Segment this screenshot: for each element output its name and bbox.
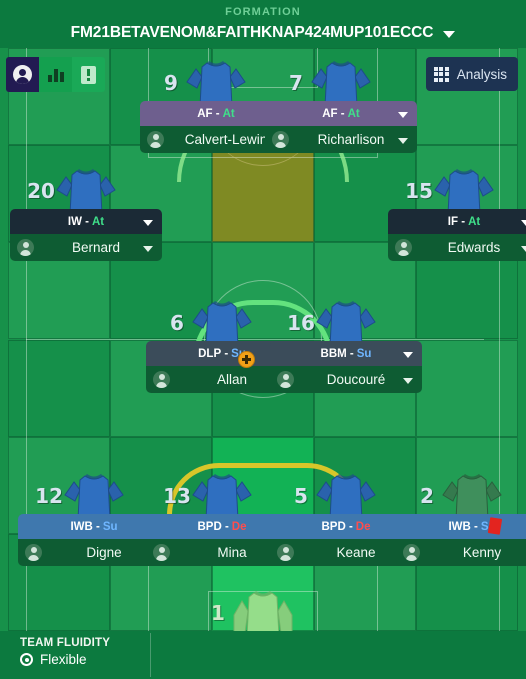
player-role-dash: -	[470, 520, 478, 533]
avatar	[153, 544, 170, 561]
player-name-selector[interactable]: Doucouré	[270, 366, 422, 393]
formation-selector[interactable]: FM21BETAVENOM&FAITHKNAP424MUP101ECCC	[0, 24, 526, 42]
kit-toggle[interactable]	[72, 57, 105, 92]
player-duty-label: Su	[102, 520, 118, 533]
team-fluidity-value: Flexible	[40, 652, 87, 667]
player-card-bernard[interactable]: 20 IW - At Bernard	[10, 163, 162, 261]
avatar	[25, 544, 42, 561]
chevron-down-icon[interactable]	[143, 245, 153, 252]
avatar	[17, 239, 34, 256]
chevron-down-icon[interactable]	[398, 137, 408, 144]
player-shirt-icon	[232, 585, 294, 631]
avatar	[272, 131, 289, 148]
player-duty-label: Su	[356, 347, 372, 360]
player-role-label: IF	[447, 215, 459, 228]
avatar	[153, 371, 170, 388]
player-name-selector[interactable]: Edwards	[388, 234, 526, 261]
player-role-label: DLP	[198, 347, 222, 360]
formation-section-label: FORMATION	[225, 6, 301, 18]
player-card-edwards[interactable]: 15 IF - At Edwards	[388, 163, 526, 261]
player-card-kenny[interactable]: 2IWB -SuKenny	[396, 468, 526, 566]
player-role-label: IWB	[70, 520, 93, 533]
player-role-dash: -	[81, 215, 89, 228]
avatar	[147, 131, 164, 148]
player-role-label: BPD	[321, 520, 346, 533]
chevron-down-icon[interactable]	[521, 219, 526, 226]
player-duty-label: De	[355, 520, 371, 533]
player-role-label: BPD	[197, 520, 222, 533]
player-name-selector[interactable]: Kenny	[396, 539, 526, 566]
chevron-down-icon[interactable]	[403, 351, 413, 358]
kit-icon	[81, 65, 96, 84]
player-card-pickford[interactable]: 1SK -DePickford	[187, 585, 339, 631]
red-card-indicator	[487, 517, 503, 535]
player-duty-label: At	[91, 215, 105, 228]
player-selectors: IWB -Su Kenny	[396, 514, 526, 566]
team-fluidity[interactable]: TEAM FLUIDITY Flexible	[20, 637, 110, 667]
player-name-selector[interactable]: Bernard	[10, 234, 162, 261]
chevron-down-icon[interactable]	[443, 31, 456, 38]
player-role-selector[interactable]: AF - At	[265, 101, 417, 126]
player-role-label: IW	[67, 215, 82, 228]
chevron-down-icon[interactable]	[143, 219, 153, 226]
player-name-label: Edwards	[447, 240, 501, 255]
avatar	[277, 371, 294, 388]
team-fluidity-value-row[interactable]: Flexible	[20, 652, 110, 667]
person-icon	[13, 65, 32, 84]
player-role-dash: -	[92, 520, 100, 533]
player-role-label: BBM	[320, 347, 347, 360]
bar-chart-icon	[47, 67, 64, 82]
player-duty-label: De	[231, 520, 247, 533]
radio-selected-icon	[20, 653, 33, 666]
player-role-dash: -	[345, 520, 353, 533]
player-duty-label: At	[347, 107, 360, 120]
player-role-selector[interactable]: IWB -Su	[396, 514, 526, 539]
player-card-doucour-[interactable]: 16 BBM - Su Doucouré	[270, 295, 422, 393]
player-role-dash: -	[221, 520, 229, 533]
player-role-label: AF	[322, 107, 338, 120]
chevron-down-icon[interactable]	[403, 377, 413, 384]
player-role-dash: -	[458, 215, 466, 228]
footer-bar: TEAM FLUIDITY Flexible	[0, 631, 526, 679]
chevron-down-icon[interactable]	[398, 111, 408, 118]
player-role-selector[interactable]: IF - At	[388, 209, 526, 234]
player-selectors: IF - At Edwards	[388, 209, 526, 261]
avatar	[403, 544, 420, 561]
player-name-selector[interactable]: Richarlison	[265, 126, 417, 153]
player-selectors: AF - At Richarlison	[265, 101, 417, 153]
avatar	[395, 239, 412, 256]
player-duty-label: At	[222, 107, 235, 120]
view-toolbar	[6, 57, 105, 92]
pitch[interactable]: 9 AF - At Calvert-Lewin 7 AF - At Richarlison 20…	[0, 48, 526, 631]
analysis-button-label: Analysis	[456, 66, 507, 82]
chevron-down-icon[interactable]	[521, 245, 526, 252]
add-instruction-marker[interactable]	[238, 351, 255, 368]
formation-screen: FORMATION FM21BETAVENOM&FAITHKNAP424MUP1…	[0, 0, 526, 679]
player-card-richarlison[interactable]: 7 AF - At Richarlison	[265, 55, 417, 153]
player-name-label: Kenny	[462, 545, 502, 560]
formation-title: FM21BETAVENOM&FAITHKNAP424MUP101ECCC	[70, 24, 434, 41]
player-profile-toggle[interactable]	[6, 57, 39, 92]
avatar	[277, 544, 294, 561]
team-fluidity-label: TEAM FLUIDITY	[20, 637, 111, 649]
player-role-dash: -	[212, 107, 220, 120]
analysis-button[interactable]: Analysis	[425, 57, 518, 91]
player-role-dash: -	[346, 347, 354, 360]
player-role-label: AF	[197, 107, 213, 120]
player-role-dash: -	[337, 107, 345, 120]
attributes-toggle[interactable]	[39, 57, 72, 92]
player-role-label: IWB	[448, 520, 471, 533]
footer-divider	[150, 633, 151, 677]
player-role-selector[interactable]: BBM - Su	[270, 341, 422, 366]
player-duty-label: At	[468, 215, 481, 228]
player-role-selector[interactable]: IW - At	[10, 209, 162, 234]
grid-icon	[433, 66, 449, 82]
player-role-dash: -	[221, 347, 229, 360]
player-selectors: IW - At Bernard	[10, 209, 162, 261]
player-selectors: BBM - Su Doucouré	[270, 341, 422, 393]
